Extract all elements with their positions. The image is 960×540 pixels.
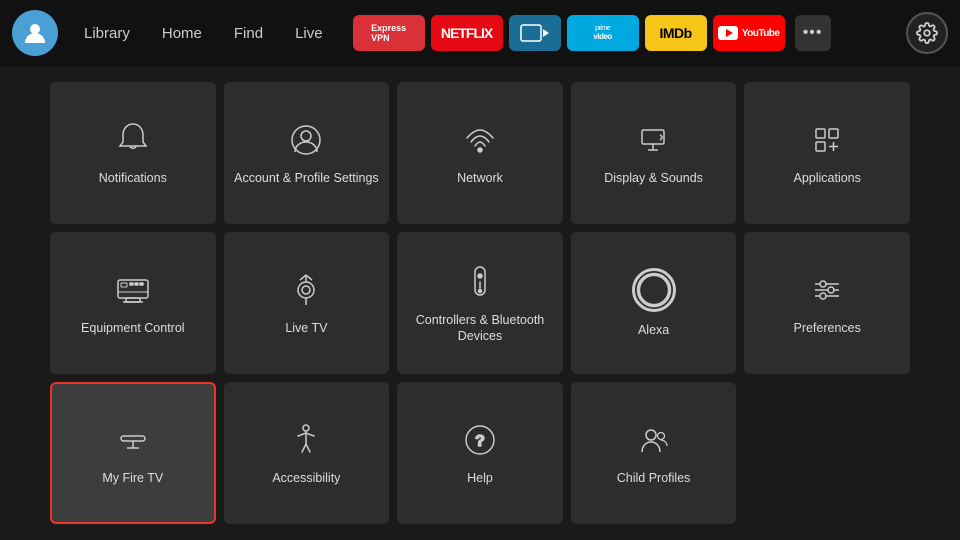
grid-item-network[interactable]: Network xyxy=(397,82,563,224)
nav-apps: ExpressVPN NETFLIX prime video IMDb xyxy=(353,15,898,51)
account-profile-label: Account & Profile Settings xyxy=(234,170,379,186)
preferences-label: Preferences xyxy=(793,320,860,336)
antenna-icon xyxy=(286,270,326,310)
grid-item-display-sounds[interactable]: Display & Sounds xyxy=(571,82,737,224)
app-imdb[interactable]: IMDb xyxy=(645,15,707,51)
sliders-icon xyxy=(807,270,847,310)
settings-grid: Notifications Account & Profile Settings… xyxy=(50,82,910,524)
display-sound-icon xyxy=(634,120,674,160)
grid-item-controllers-bluetooth[interactable]: Controllers & Bluetooth Devices xyxy=(397,232,563,374)
settings-button[interactable] xyxy=(906,12,948,54)
app-freevee[interactable] xyxy=(509,15,561,51)
accessibility-icon xyxy=(286,420,326,460)
grid-item-equipment-control[interactable]: Equipment Control xyxy=(50,232,216,374)
nav-live[interactable]: Live xyxy=(279,17,339,50)
network-label: Network xyxy=(457,170,503,186)
user-avatar[interactable] xyxy=(12,10,58,56)
grid-item-account-profile[interactable]: Account & Profile Settings xyxy=(224,82,390,224)
grid-item-notifications[interactable]: Notifications xyxy=(50,82,216,224)
apps-grid-icon xyxy=(807,120,847,160)
nav-library[interactable]: Library xyxy=(68,17,146,50)
my-fire-tv-label: My Fire TV xyxy=(102,470,163,486)
grid-item-alexa[interactable]: Alexa xyxy=(571,232,737,374)
app-netflix[interactable]: NETFLIX xyxy=(431,15,503,51)
tv-monitor-icon xyxy=(113,270,153,310)
alexa-label: Alexa xyxy=(638,322,669,338)
gear-icon xyxy=(916,22,938,44)
grid-item-accessibility[interactable]: Accessibility xyxy=(224,382,390,524)
controllers-bluetooth-label: Controllers & Bluetooth Devices xyxy=(405,312,555,345)
help-label: Help xyxy=(467,470,493,486)
grid-item-live-tv[interactable]: Live TV xyxy=(224,232,390,374)
more-dots-icon: ••• xyxy=(803,24,823,42)
applications-label: Applications xyxy=(793,170,860,186)
nav-find[interactable]: Find xyxy=(218,17,279,50)
nav-home[interactable]: Home xyxy=(146,17,218,50)
grid-item-applications[interactable]: Applications xyxy=(744,82,910,224)
alexa-icon xyxy=(632,268,676,312)
equipment-control-label: Equipment Control xyxy=(81,320,185,336)
svg-text:?: ? xyxy=(475,433,485,450)
app-expressvpn[interactable]: ExpressVPN xyxy=(353,15,425,51)
help-circle-icon: ? xyxy=(460,420,500,460)
notifications-label: Notifications xyxy=(99,170,167,186)
child-profiles-label: Child Profiles xyxy=(617,470,691,486)
wifi-icon xyxy=(460,120,500,160)
app-youtube[interactable]: YouTube xyxy=(713,15,785,51)
live-tv-label: Live TV xyxy=(285,320,327,336)
settings-main: Notifications Account & Profile Settings… xyxy=(0,66,960,540)
nav-more-button[interactable]: ••• xyxy=(795,15,831,51)
remote-icon xyxy=(460,262,500,302)
fire-tv-icon xyxy=(113,420,153,460)
accessibility-label: Accessibility xyxy=(272,470,340,486)
person-circle-icon xyxy=(286,120,326,160)
nav-links: Library Home Find Live xyxy=(68,17,339,50)
top-nav: Library Home Find Live ExpressVPN NETFLI… xyxy=(0,0,960,66)
grid-item-preferences[interactable]: Preferences xyxy=(744,232,910,374)
child-profiles-icon xyxy=(634,420,674,460)
grid-item-help[interactable]: ? Help xyxy=(397,382,563,524)
display-sounds-label: Display & Sounds xyxy=(604,170,703,186)
app-primevideo[interactable]: prime video xyxy=(567,15,639,51)
bell-icon xyxy=(113,120,153,160)
grid-item-child-profiles[interactable]: Child Profiles xyxy=(571,382,737,524)
grid-item-my-fire-tv[interactable]: My Fire TV xyxy=(50,382,216,524)
